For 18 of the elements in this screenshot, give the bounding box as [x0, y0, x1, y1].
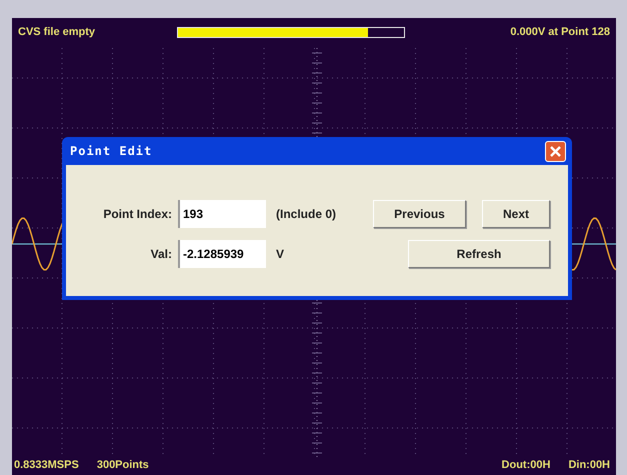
close-button[interactable] [545, 140, 566, 162]
field-note: (Include 0) [275, 206, 338, 223]
field-label: Point Index: [102, 206, 173, 223]
input-field[interactable]: 193 [178, 200, 266, 228]
footer-label: Din:00H [568, 460, 610, 471]
footer-label: 300Points [96, 460, 149, 471]
voltage-reading: 0.000V at Point 128 [510, 26, 610, 38]
dialog-title: Point Edit [70, 143, 152, 160]
dialog-button[interactable]: Previous [373, 200, 466, 228]
close-icon [550, 146, 561, 156]
footer-label: Dout:00H [502, 460, 550, 471]
field-note: V [275, 246, 286, 263]
input-field[interactable]: -2.1285939 [178, 240, 266, 268]
dialog-button[interactable]: Next [482, 200, 550, 228]
field-label: Val: [150, 246, 173, 263]
status-text: CVS file empty [18, 26, 96, 38]
footer-label: 0.8333MSPS [14, 460, 79, 471]
dialog-button[interactable]: Refresh [408, 240, 550, 268]
